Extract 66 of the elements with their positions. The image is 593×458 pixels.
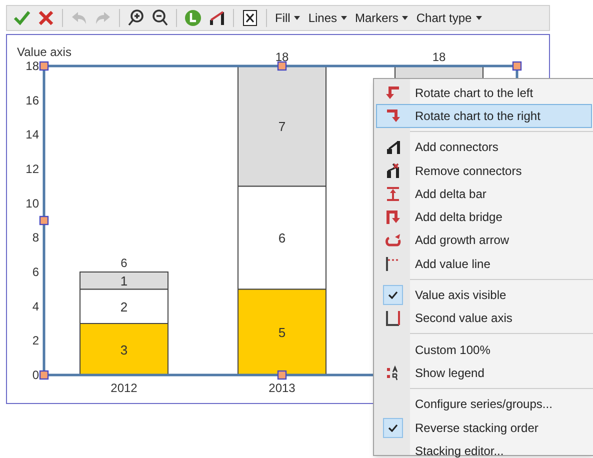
- menu-item[interactable]: Value axis visible: [376, 283, 592, 307]
- total-label: 18: [275, 50, 289, 64]
- total-label: 18: [432, 50, 446, 64]
- category-label: 2013: [268, 381, 296, 395]
- menu-item[interactable]: Add connectors: [376, 136, 592, 159]
- dropdown-button[interactable]: Lines: [305, 9, 350, 27]
- dropdown-button[interactable]: Markers: [352, 9, 412, 27]
- data-label: 6: [278, 230, 286, 246]
- axis-tick-label: 2: [32, 334, 39, 348]
- menu-item[interactable]: Second value axis: [376, 306, 592, 330]
- data-label: 3: [120, 342, 128, 358]
- category-label: 2012: [110, 381, 138, 395]
- data-label: 5: [278, 325, 286, 340]
- spreadsheet-icon[interactable]: [241, 9, 259, 27]
- menu-item[interactable]: Configure series/groups...: [376, 392, 592, 416]
- menu-item[interactable]: Show legend: [376, 361, 592, 385]
- resize-handle[interactable]: [277, 370, 287, 380]
- data-label: 1: [120, 274, 128, 289]
- caret-icon: [341, 16, 348, 20]
- axis-tick-label: 12: [26, 162, 39, 176]
- data-label: 2: [120, 299, 128, 314]
- delta-bar-icon: [385, 186, 401, 202]
- second-axis-icon: [385, 310, 401, 326]
- total-label: 6: [120, 256, 128, 270]
- menu-item[interactable]: Reverse stacking order: [376, 416, 592, 440]
- axis-tick-label: 8: [32, 230, 39, 245]
- menu-item[interactable]: Custom 100%: [376, 338, 592, 362]
- axis-tick-label: 16: [26, 93, 39, 108]
- menu-item[interactable]: Remove connectors: [376, 158, 592, 182]
- axis-tick-label: 18: [26, 59, 39, 73]
- axis-tick-label: 4: [32, 299, 39, 314]
- rotate-right-icon: [385, 108, 401, 124]
- menu-item[interactable]: Stacking editor...: [376, 439, 592, 458]
- resize-handle[interactable]: [39, 61, 49, 71]
- caret-icon: [476, 16, 482, 20]
- caret-icon: [294, 16, 300, 20]
- resize-handle[interactable]: [39, 216, 49, 226]
- axis-tick-label: 0: [32, 368, 39, 382]
- dropdown-button[interactable]: Chart type: [413, 9, 485, 27]
- dropdown-button[interactable]: Fill: [272, 9, 304, 27]
- zoom-in-icon[interactable]: [127, 9, 145, 27]
- caret-icon: [402, 16, 408, 20]
- remove-connectors-icon: [385, 162, 401, 179]
- growth-arrow-icon: [385, 232, 401, 248]
- axis-tick-label: 14: [26, 128, 39, 142]
- menu-item[interactable]: Add growth arrow: [376, 228, 592, 252]
- close-icon[interactable]: [37, 9, 55, 27]
- menu-item[interactable]: Rotate chart to the right: [376, 104, 592, 128]
- value-line-icon: [385, 256, 401, 272]
- axis-title: Value axis: [17, 44, 72, 61]
- axis-tick-label: 10: [26, 196, 39, 210]
- axis-tick-label: 6: [32, 265, 39, 279]
- menu-item[interactable]: Add delta bridge: [376, 205, 592, 229]
- line-chart-icon[interactable]: [208, 9, 226, 27]
- data-label: 7: [278, 119, 286, 134]
- menu-item[interactable]: Add delta bar: [376, 182, 592, 206]
- zoom-out-icon[interactable]: [151, 9, 169, 27]
- rotate-left-icon: [385, 84, 401, 101]
- connectors-icon: [385, 139, 401, 156]
- resize-handle[interactable]: [277, 61, 287, 71]
- menu-item[interactable]: Add value line: [376, 252, 592, 276]
- menu-item[interactable]: Rotate chart to the left: [376, 81, 592, 104]
- resize-handle[interactable]: [39, 370, 49, 380]
- check-icon[interactable]: [13, 9, 31, 27]
- resize-handle[interactable]: [512, 61, 522, 71]
- delta-bridge-icon: [385, 209, 401, 226]
